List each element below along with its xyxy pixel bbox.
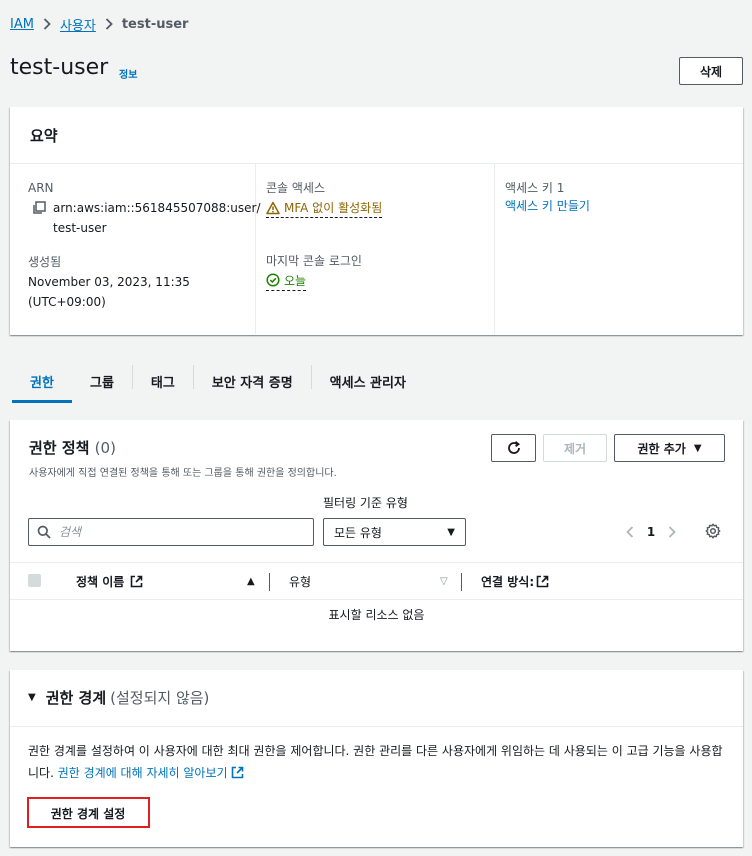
last-login-value: 오늘 [284,273,307,288]
column-type[interactable]: 유형 [289,563,311,599]
summary-title: 요약 [10,107,743,164]
breadcrumb-iam[interactable]: IAM [10,17,34,32]
page-number[interactable]: 1 [640,525,662,539]
summary-panel: 요약 ARN arn:aws:iam::561845507088:user/ t… [10,107,743,335]
last-login-label: 마지막 콘솔 로그인 [266,253,362,268]
info-link[interactable]: 정보 [119,66,137,81]
boundary-description: 권한 경계를 설정하여 이 사용자에 대한 최대 권한을 제어합니다. 권한 관… [28,740,728,784]
column-attached-via-label: 연결 방식: [481,574,535,589]
refresh-icon [507,441,520,454]
empty-table-message: 표시할 리소스 없음 [328,608,425,622]
tab-tags[interactable]: 태그 [133,359,193,403]
console-access-value: MFA 없이 활성화됨 [284,201,383,215]
console-access-label: 콘솔 액세스 [266,181,326,195]
summary-column-access-key: 액세스 키 1 액세스 키 만들기 [495,164,743,334]
boundary-status: (설정되지 않음) [110,689,210,707]
tab-bar: 권한 그룹 태그 보안 자격 증명 액세스 관리자 [12,359,424,403]
column-divider[interactable] [461,573,462,591]
pagination: 1 [620,520,682,544]
chevron-left-icon[interactable] [620,523,640,542]
delete-button[interactable]: 삭제 [679,57,743,85]
boundary-learn-more-link[interactable]: 권한 경계에 대해 자세히 알아보기 [58,766,228,780]
tab-access-advisor[interactable]: 액세스 관리자 [312,359,424,403]
type-filter-select[interactable]: 모든 유형 ▼ [323,518,466,546]
external-link-icon [536,575,549,587]
arn-label: ARN [28,181,54,195]
console-access-status[interactable]: MFA 없이 활성화됨 [266,199,383,218]
permissions-title: 권한 정책 (0) [29,437,116,458]
permissions-count: (0) [94,439,116,457]
search-input[interactable] [59,525,299,539]
permissions-policies-panel: 권한 정책 (0) 사용자에게 직접 연결된 정책을 통해 또는 그룹을 통해 … [10,420,743,651]
add-permissions-button[interactable]: 권한 추가 ▼ [614,434,725,462]
search-field[interactable] [28,518,314,546]
table-header: 정책 이름 ▲ 유형 ▽ 연결 방식: [10,562,743,600]
refresh-button[interactable] [491,434,536,462]
arn-value: arn:aws:iam::561845507088:user/ [53,201,261,215]
select-all-checkbox[interactable] [28,574,41,587]
page-title: test-user [10,55,109,80]
arn-value-cont: test-user [53,221,107,235]
column-policy-name[interactable]: 정책 이름 [76,563,143,599]
external-link-icon [131,575,143,587]
copy-icon[interactable] [28,198,53,219]
breadcrumb-users[interactable]: 사용자 [60,15,96,34]
boundary-title: 권한 경계 [45,689,107,707]
column-divider[interactable] [269,573,270,591]
caret-down-icon: ▼ [447,526,455,538]
remove-button[interactable]: 제거 [543,434,607,462]
last-login-status[interactable]: 오늘 [266,272,307,291]
column-policy-name-label: 정책 이름 [76,574,125,589]
tab-security-credentials[interactable]: 보안 자격 증명 [194,359,311,403]
chevron-right-icon [105,18,113,30]
warning-icon [266,201,280,214]
caret-down-icon: ▼ [693,442,702,454]
chevron-right-icon[interactable] [662,523,682,542]
search-icon [37,525,51,539]
success-check-icon [266,273,280,287]
boundary-header[interactable]: ▼ 권한 경계 (설정되지 않음) [28,687,209,708]
permissions-description: 사용자에게 직접 연결된 정책을 통해 또는 그룹을 통해 권한을 정의합니다. [29,468,337,479]
filter-type-label: 필터링 기준 유형 [323,496,408,510]
add-permissions-label: 권한 추가 [637,441,686,456]
highlight-box [27,797,150,828]
permissions-title-text: 권한 정책 [29,439,90,457]
breadcrumb-current: test-user [121,16,189,32]
sort-ascending-icon[interactable]: ▲ [247,576,255,587]
breadcrumb: IAM 사용자 test-user [10,14,188,34]
tab-groups[interactable]: 그룹 [72,359,132,403]
chevron-right-icon [43,18,51,30]
sort-descending-icon[interactable]: ▽ [440,576,448,587]
divider [10,726,743,727]
created-value: November 03, 2023, 11:35 [28,275,190,289]
summary-column-arn: ARN arn:aws:iam::561845507088:user/ test… [10,164,261,334]
tab-permissions[interactable]: 권한 [12,359,72,403]
external-link-icon [231,766,243,779]
column-attached-via[interactable]: 연결 방식: [481,563,549,599]
type-filter-value: 모든 유형 [334,525,382,540]
create-access-key-link[interactable]: 액세스 키 만들기 [505,199,590,213]
created-label: 생성됨 [28,255,62,269]
summary-column-console: 콘솔 액세스 MFA 없이 활성화됨 마지막 콘솔 로그인 오늘 [256,164,495,334]
caret-down-icon: ▼ [28,692,36,703]
gear-icon[interactable] [705,523,721,539]
created-timezone: (UTC+09:00) [28,295,106,309]
access-key-label: 액세스 키 1 [505,181,565,195]
